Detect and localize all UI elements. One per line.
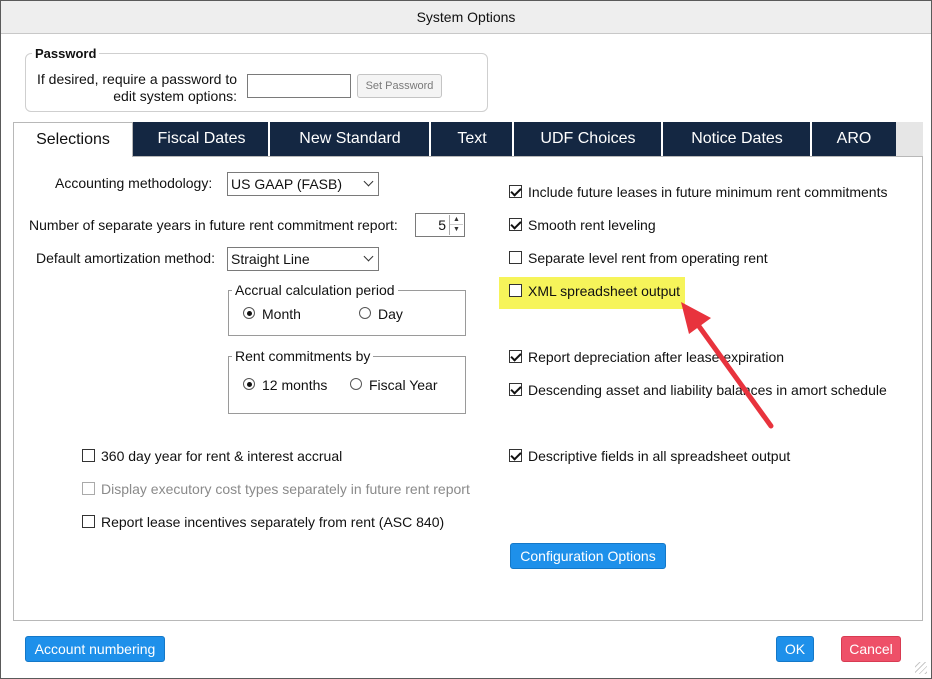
chevron-down-icon (363, 176, 374, 187)
rent-commitments-legend: Rent commitments by (232, 348, 374, 364)
ok-button[interactable]: OK (776, 636, 814, 662)
accounting-methodology-label: Accounting methodology: (55, 175, 213, 191)
rent-12-months-label: 12 months (262, 377, 328, 393)
stepper-up-icon[interactable]: ▲ (450, 215, 463, 225)
configuration-options-button[interactable]: Configuration Options (510, 543, 666, 569)
smooth-rent-leveling-checkbox[interactable] (509, 218, 522, 231)
accrual-day-label: Day (378, 306, 403, 322)
annotation-arrow-icon (681, 302, 774, 429)
accrual-day-radio[interactable] (359, 307, 371, 319)
separate-level-rent-label: Separate level rent from operating rent (528, 250, 768, 266)
password-input[interactable] (247, 74, 351, 98)
lease-incentives-label: Report lease incentives separately from … (101, 514, 445, 530)
executory-cost-label: Display executory cost types separately … (101, 481, 470, 497)
set-password-button[interactable]: Set Password (357, 74, 442, 98)
years-value: 5 (438, 217, 446, 233)
password-label: If desired, require a password to edit s… (31, 71, 237, 105)
xml-spreadsheet-checkbox[interactable] (509, 284, 522, 297)
accrual-period-legend: Accrual calculation period (232, 282, 398, 298)
tab-new-standard[interactable]: New Standard (268, 122, 430, 156)
accrual-month-label: Month (262, 306, 301, 322)
tab-notice-dates[interactable]: Notice Dates (661, 122, 811, 156)
tab-text[interactable]: Text (429, 122, 513, 156)
tab-fiscal-dates[interactable]: Fiscal Dates (131, 122, 270, 156)
account-numbering-button[interactable]: Account numbering (25, 636, 165, 662)
tab-strip: Selections Fiscal Dates New Standard Tex… (13, 122, 923, 157)
accounting-methodology-value: US GAAP (FASB) (231, 176, 342, 192)
stepper-buttons: ▲ ▼ (449, 215, 463, 235)
chevron-down-icon (363, 251, 374, 262)
accounting-methodology-select[interactable]: US GAAP (FASB) (227, 172, 379, 196)
tab-udf-choices[interactable]: UDF Choices (512, 122, 662, 156)
stepper-down-icon[interactable]: ▼ (450, 225, 463, 235)
report-depreciation-checkbox[interactable] (509, 350, 522, 363)
amortization-label: Default amortization method: (36, 250, 215, 266)
rent-fiscal-year-radio[interactable] (350, 378, 362, 390)
tab-strip-filler (896, 122, 923, 156)
password-label-line2: edit system options: (113, 88, 237, 104)
360-day-year-checkbox[interactable] (82, 449, 95, 462)
360-day-year-label: 360 day year for rent & interest accrual (101, 448, 343, 464)
amortization-value: Straight Line (231, 251, 310, 267)
amortization-select[interactable]: Straight Line (227, 247, 379, 271)
tab-selections[interactable]: Selections (13, 122, 133, 157)
rent-fiscal-year-label: Fiscal Year (369, 377, 438, 393)
descending-balances-checkbox[interactable] (509, 383, 522, 396)
system-options-window: System Options Password If desired, requ… (0, 0, 932, 679)
password-label-line1: If desired, require a password to (37, 71, 237, 87)
include-future-leases-label: Include future leases in future minimum … (528, 184, 888, 200)
rent-12-months-radio[interactable] (243, 378, 255, 390)
years-stepper[interactable]: 5 ▲ ▼ (415, 213, 465, 237)
tab-aro[interactable]: ARO (810, 122, 896, 156)
include-future-leases-checkbox[interactable] (509, 185, 522, 198)
descriptive-fields-label: Descriptive fields in all spreadsheet ou… (528, 448, 791, 464)
separate-level-rent-checkbox[interactable] (509, 251, 522, 264)
xml-spreadsheet-label: XML spreadsheet output (528, 283, 681, 299)
accrual-month-radio[interactable] (243, 307, 255, 319)
years-label: Number of separate years in future rent … (29, 217, 398, 233)
cancel-button[interactable]: Cancel (841, 636, 901, 662)
window-title: System Options (1, 1, 931, 34)
executory-cost-checkbox[interactable] (82, 482, 95, 495)
lease-incentives-checkbox[interactable] (82, 515, 95, 528)
password-legend: Password (32, 46, 100, 61)
descriptive-fields-checkbox[interactable] (509, 449, 522, 462)
resize-grip-icon[interactable] (915, 662, 927, 674)
smooth-rent-leveling-label: Smooth rent leveling (528, 217, 656, 233)
